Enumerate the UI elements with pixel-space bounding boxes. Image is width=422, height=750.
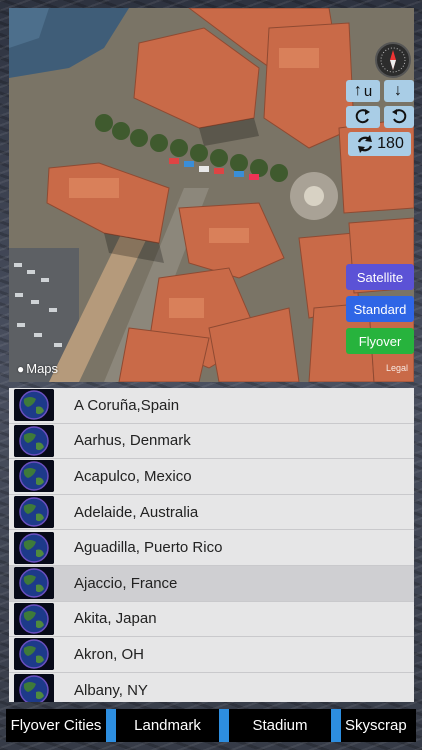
city-list-item[interactable]: Albany, NY — [9, 672, 414, 702]
globe-thumbnail-icon — [14, 567, 54, 600]
city-name: Akita, Japan — [74, 610, 157, 628]
flyover-map[interactable]: ↑ u ↓ 180 Satellite Standard Flyover ● Ma… — [9, 8, 414, 382]
tab-landmark[interactable]: Landmark — [116, 709, 219, 742]
city-name: Acapulco, Mexico — [74, 467, 192, 485]
tilt-down-button[interactable]: ↓ — [384, 80, 414, 102]
globe-thumbnail-icon — [14, 602, 54, 635]
tab-separator — [219, 709, 229, 742]
city-name: Ajaccio, France — [74, 574, 178, 592]
rotate-right-button[interactable] — [384, 106, 414, 128]
maps-logo: ● Maps — [17, 361, 59, 376]
globe-thumbnail-icon — [14, 531, 54, 564]
city-name: Adelaide, Australia — [74, 503, 199, 521]
city-name: Aguadilla, Puerto Rico — [74, 539, 223, 557]
tab-flyover-cities[interactable]: Flyover Cities — [6, 709, 106, 742]
category-tab-bar: Flyover Cities Landmark Stadium Skyscrap — [6, 709, 416, 742]
globe-thumbnail-icon — [14, 638, 54, 671]
rotate-right-icon — [392, 109, 407, 124]
city-name: A Coruña,Spain — [74, 396, 180, 414]
compass-icon[interactable] — [375, 42, 411, 78]
city-list-item[interactable]: Akron, OH — [9, 637, 414, 673]
tab-skyscraper[interactable]: Skyscrap — [341, 709, 416, 742]
city-list[interactable]: A Coruña,Spain Aarhus, Denmark Acapulco, M… — [9, 388, 414, 702]
tilt-up-button[interactable]: ↑ u — [346, 80, 380, 102]
city-list-item[interactable]: Adelaide, Australia — [9, 494, 414, 531]
rotate-180-button[interactable]: 180 — [348, 132, 411, 156]
tab-stadium[interactable]: Stadium — [229, 709, 331, 742]
globe-thumbnail-icon — [14, 389, 54, 422]
tab-separator — [106, 709, 116, 742]
globe-thumbnail-icon — [14, 424, 54, 457]
city-list-item[interactable]: Acapulco, Mexico — [9, 459, 414, 495]
city-list-item[interactable]: A Coruña,Spain — [9, 388, 414, 424]
city-list-item[interactable]: Aarhus, Denmark — [9, 423, 414, 460]
rotate-left-icon — [355, 109, 370, 124]
city-name: Albany, NY — [74, 681, 148, 699]
legal-link[interactable]: Legal — [386, 363, 408, 373]
city-list-item[interactable]: Aguadilla, Puerto Rico — [9, 530, 414, 566]
rotate-left-button[interactable] — [346, 106, 380, 128]
globe-thumbnail-icon — [14, 674, 54, 702]
rotate-value: 180 — [377, 135, 404, 152]
apple-logo-icon: ● — [17, 361, 25, 376]
city-list-item[interactable]: Ajaccio, France — [9, 565, 414, 602]
tab-separator — [331, 709, 341, 742]
satellite-button[interactable]: Satellite — [346, 264, 414, 290]
globe-thumbnail-icon — [14, 496, 54, 529]
standard-button[interactable]: Standard — [346, 296, 414, 322]
rotate-cycle-icon — [358, 135, 373, 153]
city-name: Akron, OH — [74, 645, 145, 663]
aerial-city-imagery — [9, 8, 414, 382]
city-list-item[interactable]: Akita, Japan — [9, 601, 414, 638]
city-name: Aarhus, Denmark — [74, 432, 191, 450]
globe-thumbnail-icon — [14, 460, 54, 493]
flyover-button[interactable]: Flyover — [346, 328, 414, 354]
